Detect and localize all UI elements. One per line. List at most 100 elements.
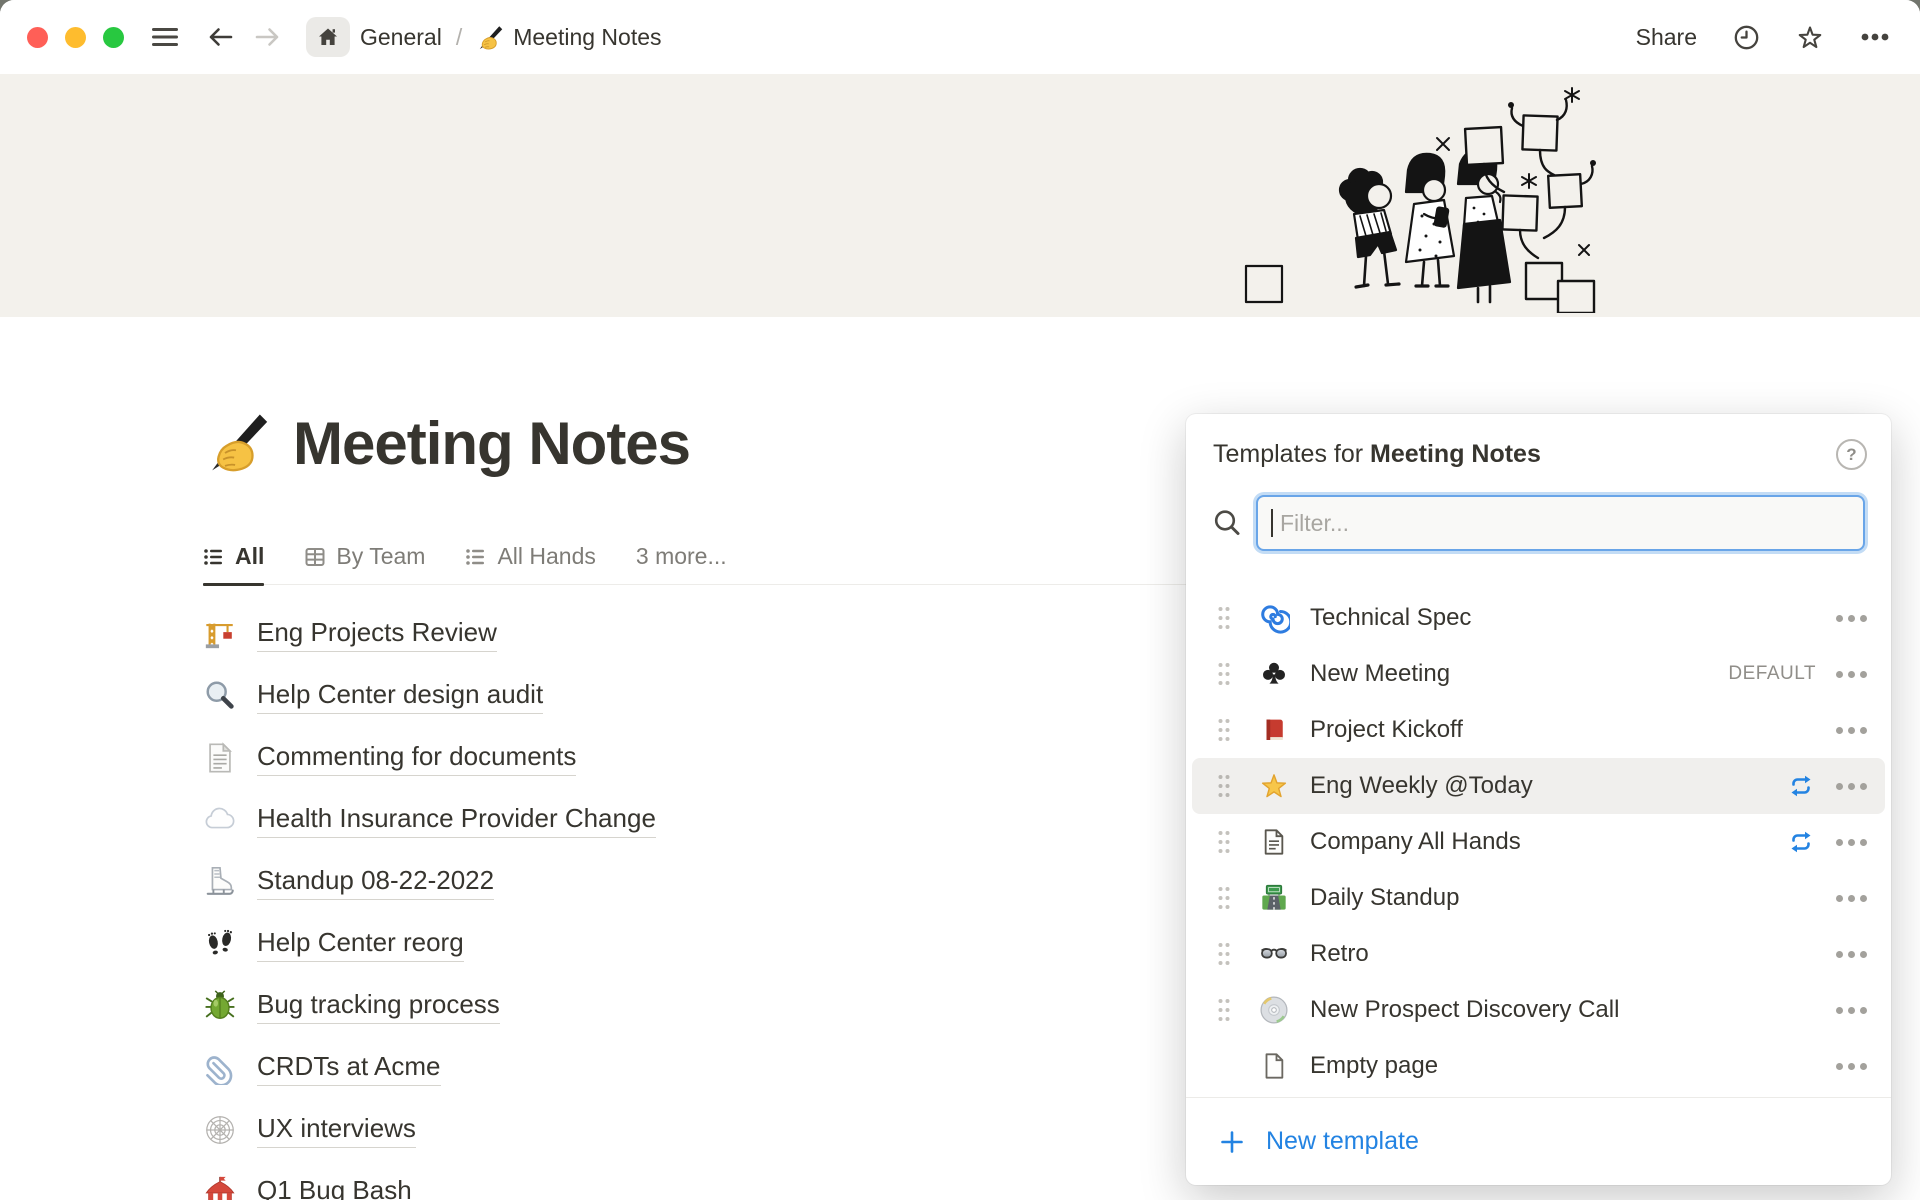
notion-window: General / Meeting Notes Share	[0, 0, 1920, 1200]
drag-handle-icon[interactable]	[1216, 661, 1232, 687]
magnifying-glass-icon	[203, 679, 237, 713]
breadcrumb-page[interactable]: Meeting Notes	[513, 24, 661, 51]
template-row[interactable]: Empty page	[1192, 1038, 1885, 1094]
list-item[interactable]: Standup 08-22-2022	[203, 851, 656, 913]
filter-input[interactable]	[1256, 495, 1865, 551]
tab-all[interactable]: All	[203, 529, 264, 584]
sidebar-menu-icon[interactable]	[150, 24, 180, 50]
list-item[interactable]: Eng Projects Review	[203, 603, 656, 665]
forward-arrow-icon[interactable]	[254, 24, 282, 50]
spider-web-icon	[203, 1113, 237, 1147]
list-item[interactable]: Help Center design audit	[203, 665, 656, 727]
closed-red-book-icon	[1258, 714, 1290, 746]
bulleted-list-icon	[203, 546, 225, 568]
more-options-icon[interactable]	[1860, 32, 1890, 42]
ice-skate-icon	[203, 865, 237, 899]
home-button[interactable]	[306, 17, 350, 57]
template-row[interactable]: Daily Standup	[1192, 870, 1885, 926]
search-icon	[1212, 508, 1242, 538]
help-icon[interactable]: ?	[1836, 439, 1867, 470]
row-more-options-icon[interactable]	[1834, 1003, 1869, 1018]
template-row[interactable]: Company All Hands	[1192, 814, 1885, 870]
paperclip-icon	[203, 1051, 237, 1085]
list-item[interactable]: Commenting for documents	[203, 727, 656, 789]
popup-title: Templates for Meeting Notes	[1213, 440, 1821, 469]
writing-hand-icon[interactable]	[203, 409, 269, 475]
home-icon	[316, 26, 340, 48]
template-row[interactable]: Project Kickoff	[1192, 702, 1885, 758]
back-arrow-icon[interactable]	[206, 24, 234, 50]
drag-handle-icon[interactable]	[1216, 717, 1232, 743]
window-controls	[27, 27, 124, 48]
sunglasses-icon	[1258, 938, 1290, 970]
list-item[interactable]: CRDTs at Acme	[203, 1037, 656, 1099]
drag-handle-icon[interactable]	[1216, 941, 1232, 967]
drag-handle-icon[interactable]	[1216, 605, 1232, 631]
default-badge: DEFAULT	[1728, 663, 1816, 685]
row-more-options-icon[interactable]	[1834, 611, 1869, 626]
drag-handle-icon[interactable]	[1216, 829, 1232, 855]
text-caret	[1271, 509, 1273, 537]
close-window-button[interactable]	[27, 27, 48, 48]
bulleted-list-icon	[465, 546, 487, 568]
plus-icon	[1218, 1128, 1246, 1156]
row-more-options-icon[interactable]	[1834, 1059, 1869, 1074]
club-suit-icon	[1258, 658, 1290, 690]
list-item[interactable]: UX interviews	[203, 1099, 656, 1161]
recurring-icon[interactable]	[1786, 771, 1816, 801]
row-more-options-icon[interactable]	[1834, 723, 1869, 738]
tab-all-hands[interactable]: All Hands	[465, 529, 595, 584]
footprints-icon	[203, 927, 237, 961]
list-item[interactable]: Q1 Bug Bash	[203, 1161, 656, 1200]
page-list: Eng Projects Review Help Center design a…	[203, 603, 656, 1200]
template-row[interactable]: New Meeting DEFAULT	[1192, 646, 1885, 702]
tab-by-team[interactable]: By Team	[304, 529, 425, 584]
zoom-window-button[interactable]	[103, 27, 124, 48]
row-more-options-icon[interactable]	[1834, 667, 1869, 682]
star-icon	[1258, 770, 1290, 802]
empty-page-icon	[1258, 1050, 1290, 1082]
row-more-options-icon[interactable]	[1834, 947, 1869, 962]
tab-more[interactable]: 3 more...	[636, 529, 727, 584]
recurring-icon[interactable]	[1786, 827, 1816, 857]
templates-popup: Templates for Meeting Notes ? Technical …	[1186, 414, 1891, 1185]
drag-handle-icon[interactable]	[1216, 773, 1232, 799]
drag-handle-icon[interactable]	[1216, 997, 1232, 1023]
list-item[interactable]: Bug tracking process	[203, 975, 656, 1037]
optical-disc-icon	[1258, 994, 1290, 1026]
new-template-button[interactable]: New template	[1186, 1097, 1891, 1185]
favorite-star-icon[interactable]	[1796, 24, 1824, 51]
list-item[interactable]: Help Center reorg	[203, 913, 656, 975]
page-facing-up-icon	[203, 741, 237, 775]
titlebar-actions: Share	[1636, 24, 1920, 51]
row-more-options-icon[interactable]	[1834, 891, 1869, 906]
row-more-options-icon[interactable]	[1834, 779, 1869, 794]
page-cover	[0, 74, 1920, 317]
building-construction-icon	[203, 617, 237, 651]
table-icon	[304, 546, 326, 568]
template-filter-row	[1208, 494, 1865, 552]
template-row[interactable]: Retro	[1192, 926, 1885, 982]
cloud-icon	[203, 803, 237, 837]
clock-history-icon[interactable]	[1733, 24, 1760, 51]
breadcrumb-separator: /	[456, 24, 462, 51]
breadcrumb-workspace[interactable]: General	[360, 24, 442, 51]
template-row[interactable]: Technical Spec	[1192, 590, 1885, 646]
template-list: Technical Spec New Meeting DEFAULT	[1192, 590, 1885, 1094]
page-title-row: Meeting Notes	[203, 409, 690, 475]
template-row[interactable]: New Prospect Discovery Call	[1192, 982, 1885, 1038]
minimize-window-button[interactable]	[65, 27, 86, 48]
page-title[interactable]: Meeting Notes	[293, 412, 690, 475]
beetle-icon	[203, 989, 237, 1023]
drag-handle-icon[interactable]	[1216, 885, 1232, 911]
circus-tent-icon	[203, 1175, 237, 1200]
cover-illustration	[1238, 74, 1688, 313]
motorway-icon	[1258, 882, 1290, 914]
share-button[interactable]: Share	[1636, 24, 1697, 51]
writing-hand-icon	[476, 24, 503, 51]
row-more-options-icon[interactable]	[1834, 835, 1869, 850]
document-lines-icon	[1258, 826, 1290, 858]
titlebar: General / Meeting Notes Share	[0, 0, 1920, 74]
template-row-selected[interactable]: Eng Weekly @Today	[1192, 758, 1885, 814]
list-item[interactable]: Health Insurance Provider Change	[203, 789, 656, 851]
